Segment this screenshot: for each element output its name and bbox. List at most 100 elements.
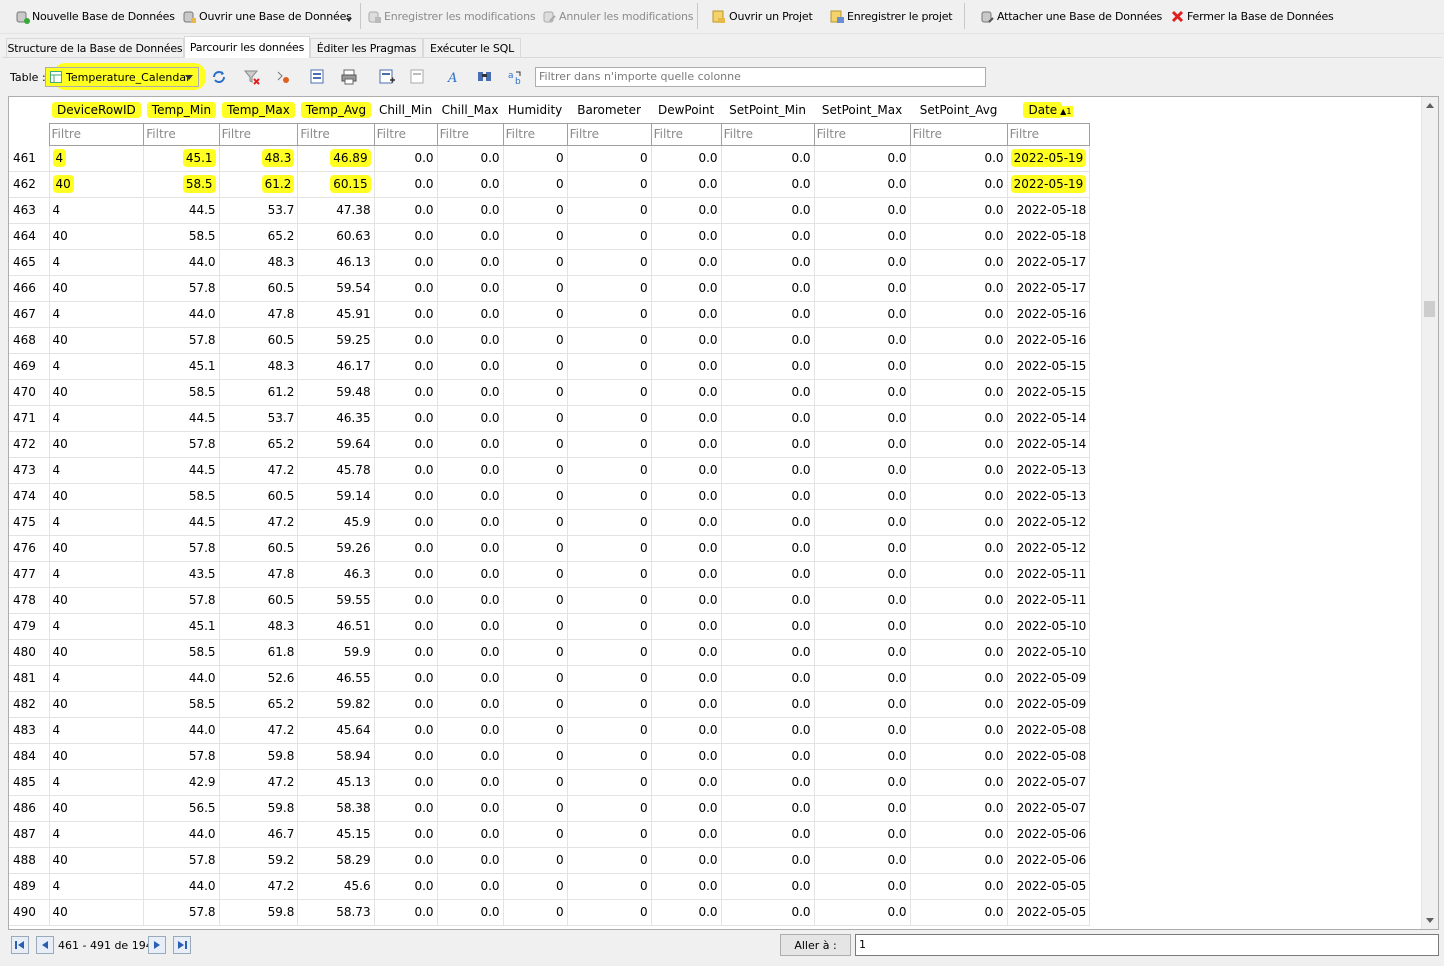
table-cell[interactable]: 0.0 — [651, 379, 722, 406]
table-cell[interactable]: 0 — [503, 145, 568, 172]
table-cell[interactable]: 2022-05-12 — [1007, 535, 1091, 562]
table-cell[interactable]: 0 — [567, 821, 652, 848]
table-cell[interactable]: 0.0 — [721, 665, 815, 692]
table-row[interactable]: 464 40 58.5 65.2 60.63 0.0 0.0 0 0 0.0 0.0 0.0 0.0 20… — [9, 223, 1091, 250]
table-cell[interactable]: 0 — [503, 717, 568, 744]
column-filter-input[interactable]: Filtre — [143, 122, 220, 146]
table-cell[interactable]: 2022-05-08 — [1007, 717, 1091, 744]
table-cell[interactable]: 0.0 — [910, 301, 1008, 328]
table-cell[interactable]: 0.0 — [721, 431, 815, 458]
table-row[interactable]: 483 4 44.0 47.2 45.64 0.0 0.0 0 0 0.0 0.0 0.0 0.0 202… — [9, 717, 1091, 744]
revert-changes-button[interactable]: Annuler les modifications — [542, 5, 694, 27]
table-cell[interactable]: 0.0 — [721, 535, 815, 562]
table-cell[interactable]: 2022-05-12 — [1007, 509, 1091, 536]
table-cell[interactable]: 58.29 — [297, 847, 375, 874]
table-cell[interactable]: 0.0 — [651, 405, 722, 432]
table-cell[interactable]: 47.38 — [297, 197, 375, 224]
table-cell[interactable]: 0.0 — [651, 249, 722, 276]
table-cell[interactable]: 0.0 — [721, 483, 815, 510]
table-cell[interactable]: 0.0 — [374, 171, 438, 198]
table-cell[interactable]: 0 — [567, 587, 652, 614]
table-cell[interactable]: 48.3 — [219, 145, 299, 172]
table-cell[interactable]: 45.9 — [297, 509, 375, 536]
table-cell[interactable]: 0.0 — [814, 769, 911, 796]
table-cell[interactable]: 0 — [567, 691, 652, 718]
column-header-temp-max[interactable]: Temp_Max — [219, 97, 298, 123]
table-cell[interactable]: 0 — [567, 197, 652, 224]
table-cell[interactable]: 0 — [567, 743, 652, 770]
table-cell[interactable]: 2022-05-17 — [1007, 275, 1091, 302]
table-cell[interactable]: 0 — [567, 613, 652, 640]
table-cell[interactable]: 0.0 — [651, 899, 722, 926]
table-cell[interactable]: 47.2 — [219, 717, 299, 744]
table-cell[interactable]: 0 — [503, 535, 568, 562]
column-header-temp-avg[interactable]: Temp_Avg — [297, 97, 375, 123]
table-cell[interactable]: 0.0 — [910, 691, 1008, 718]
table-cell[interactable]: 65.2 — [219, 223, 299, 250]
table-cell[interactable]: 0.0 — [651, 587, 722, 614]
row-number[interactable]: 464 — [9, 223, 50, 250]
table-cell[interactable]: 0.0 — [814, 639, 911, 666]
table-cell[interactable]: 0.0 — [437, 535, 504, 562]
table-cell[interactable]: 2022-05-14 — [1007, 431, 1091, 458]
table-cell[interactable]: 0 — [567, 171, 652, 198]
table-cell[interactable]: 0 — [503, 197, 568, 224]
table-cell[interactable]: 57.8 — [143, 899, 220, 926]
vertical-scrollbar[interactable] — [1421, 97, 1438, 929]
table-cell[interactable]: 2022-05-11 — [1007, 587, 1091, 614]
table-row[interactable]: 487 4 44.0 46.7 45.15 0.0 0.0 0 0 0.0 0.0 0.0 0.0 202… — [9, 821, 1091, 848]
table-cell[interactable]: 0.0 — [437, 847, 504, 874]
column-header-chill-min[interactable]: Chill_Min — [374, 97, 438, 123]
column-header-setpoint-max[interactable]: SetPoint_Max — [814, 97, 911, 123]
table-cell[interactable]: 60.5 — [219, 587, 299, 614]
table-row[interactable]: 468 40 57.8 60.5 59.25 0.0 0.0 0 0 0.0 0.0 0.0 0.0 20… — [9, 327, 1091, 354]
table-cell[interactable]: 58.5 — [143, 639, 220, 666]
table-cell[interactable]: 59.64 — [297, 431, 375, 458]
table-cell[interactable]: 40 — [49, 795, 145, 822]
table-row[interactable]: 488 40 57.8 59.2 58.29 0.0 0.0 0 0 0.0 0.0 0.0 0.0 20… — [9, 847, 1091, 874]
table-cell[interactable]: 48.3 — [219, 613, 299, 640]
goto-button[interactable]: Aller à : — [780, 934, 851, 956]
table-row[interactable]: 471 4 44.5 53.7 46.35 0.0 0.0 0 0 0.0 0.0 0.0 0.0 202… — [9, 405, 1091, 432]
table-row[interactable]: 490 40 57.8 59.8 58.73 0.0 0.0 0 0 0.0 0.0 0.0 0.0 20… — [9, 899, 1091, 926]
table-cell[interactable]: 0 — [503, 665, 568, 692]
table-row[interactable]: 463 4 44.5 53.7 47.38 0.0 0.0 0 0 0.0 0.0 0.0 0.0 202… — [9, 197, 1091, 224]
table-cell[interactable]: 0.0 — [721, 795, 815, 822]
table-cell[interactable]: 2022-05-15 — [1007, 379, 1091, 406]
table-cell[interactable]: 0.0 — [814, 171, 911, 198]
table-cell[interactable]: 57.8 — [143, 847, 220, 874]
table-cell[interactable]: 0 — [503, 431, 568, 458]
table-cell[interactable]: 59.26 — [297, 535, 375, 562]
row-number[interactable]: 483 — [9, 717, 50, 744]
table-cell[interactable]: 0.0 — [651, 457, 722, 484]
row-number[interactable]: 471 — [9, 405, 50, 432]
table-cell[interactable]: 0.0 — [374, 509, 438, 536]
table-cell[interactable]: 2022-05-16 — [1007, 301, 1091, 328]
table-cell[interactable]: 0.0 — [910, 249, 1008, 276]
table-cell[interactable]: 0.0 — [437, 145, 504, 172]
table-cell[interactable]: 60.5 — [219, 483, 299, 510]
table-cell[interactable]: 0 — [503, 743, 568, 770]
table-cell[interactable]: 4 — [49, 405, 145, 432]
table-cell[interactable]: 0.0 — [374, 457, 438, 484]
table-cell[interactable]: 45.15 — [297, 821, 375, 848]
table-row[interactable]: 485 4 42.9 47.2 45.13 0.0 0.0 0 0 0.0 0.0 0.0 0.0 202… — [9, 769, 1091, 796]
table-cell[interactable]: 0 — [567, 535, 652, 562]
table-cell[interactable]: 2022-05-05 — [1007, 873, 1091, 900]
table-cell[interactable]: 0.0 — [721, 249, 815, 276]
table-cell[interactable]: 0 — [567, 665, 652, 692]
table-cell[interactable]: 0.0 — [651, 665, 722, 692]
table-cell[interactable]: 0 — [567, 639, 652, 666]
column-filter-input[interactable]: Filtre — [813, 122, 911, 146]
tab-execute-sql[interactable]: Exécuter le SQL — [423, 38, 521, 57]
table-row[interactable]: 481 4 44.0 52.6 46.55 0.0 0.0 0 0 0.0 0.0 0.0 0.0 202… — [9, 665, 1091, 692]
table-cell[interactable]: 0.0 — [910, 613, 1008, 640]
table-cell[interactable]: 0.0 — [437, 587, 504, 614]
table-cell[interactable]: 0.0 — [721, 743, 815, 770]
table-cell[interactable]: 0 — [503, 327, 568, 354]
table-cell[interactable]: 0.0 — [910, 821, 1008, 848]
column-header-chill-max[interactable]: Chill_Max — [437, 97, 504, 123]
table-cell[interactable]: 58.5 — [143, 379, 220, 406]
column-filter-input[interactable]: Filtre — [502, 122, 568, 146]
row-number[interactable]: 463 — [9, 197, 50, 224]
